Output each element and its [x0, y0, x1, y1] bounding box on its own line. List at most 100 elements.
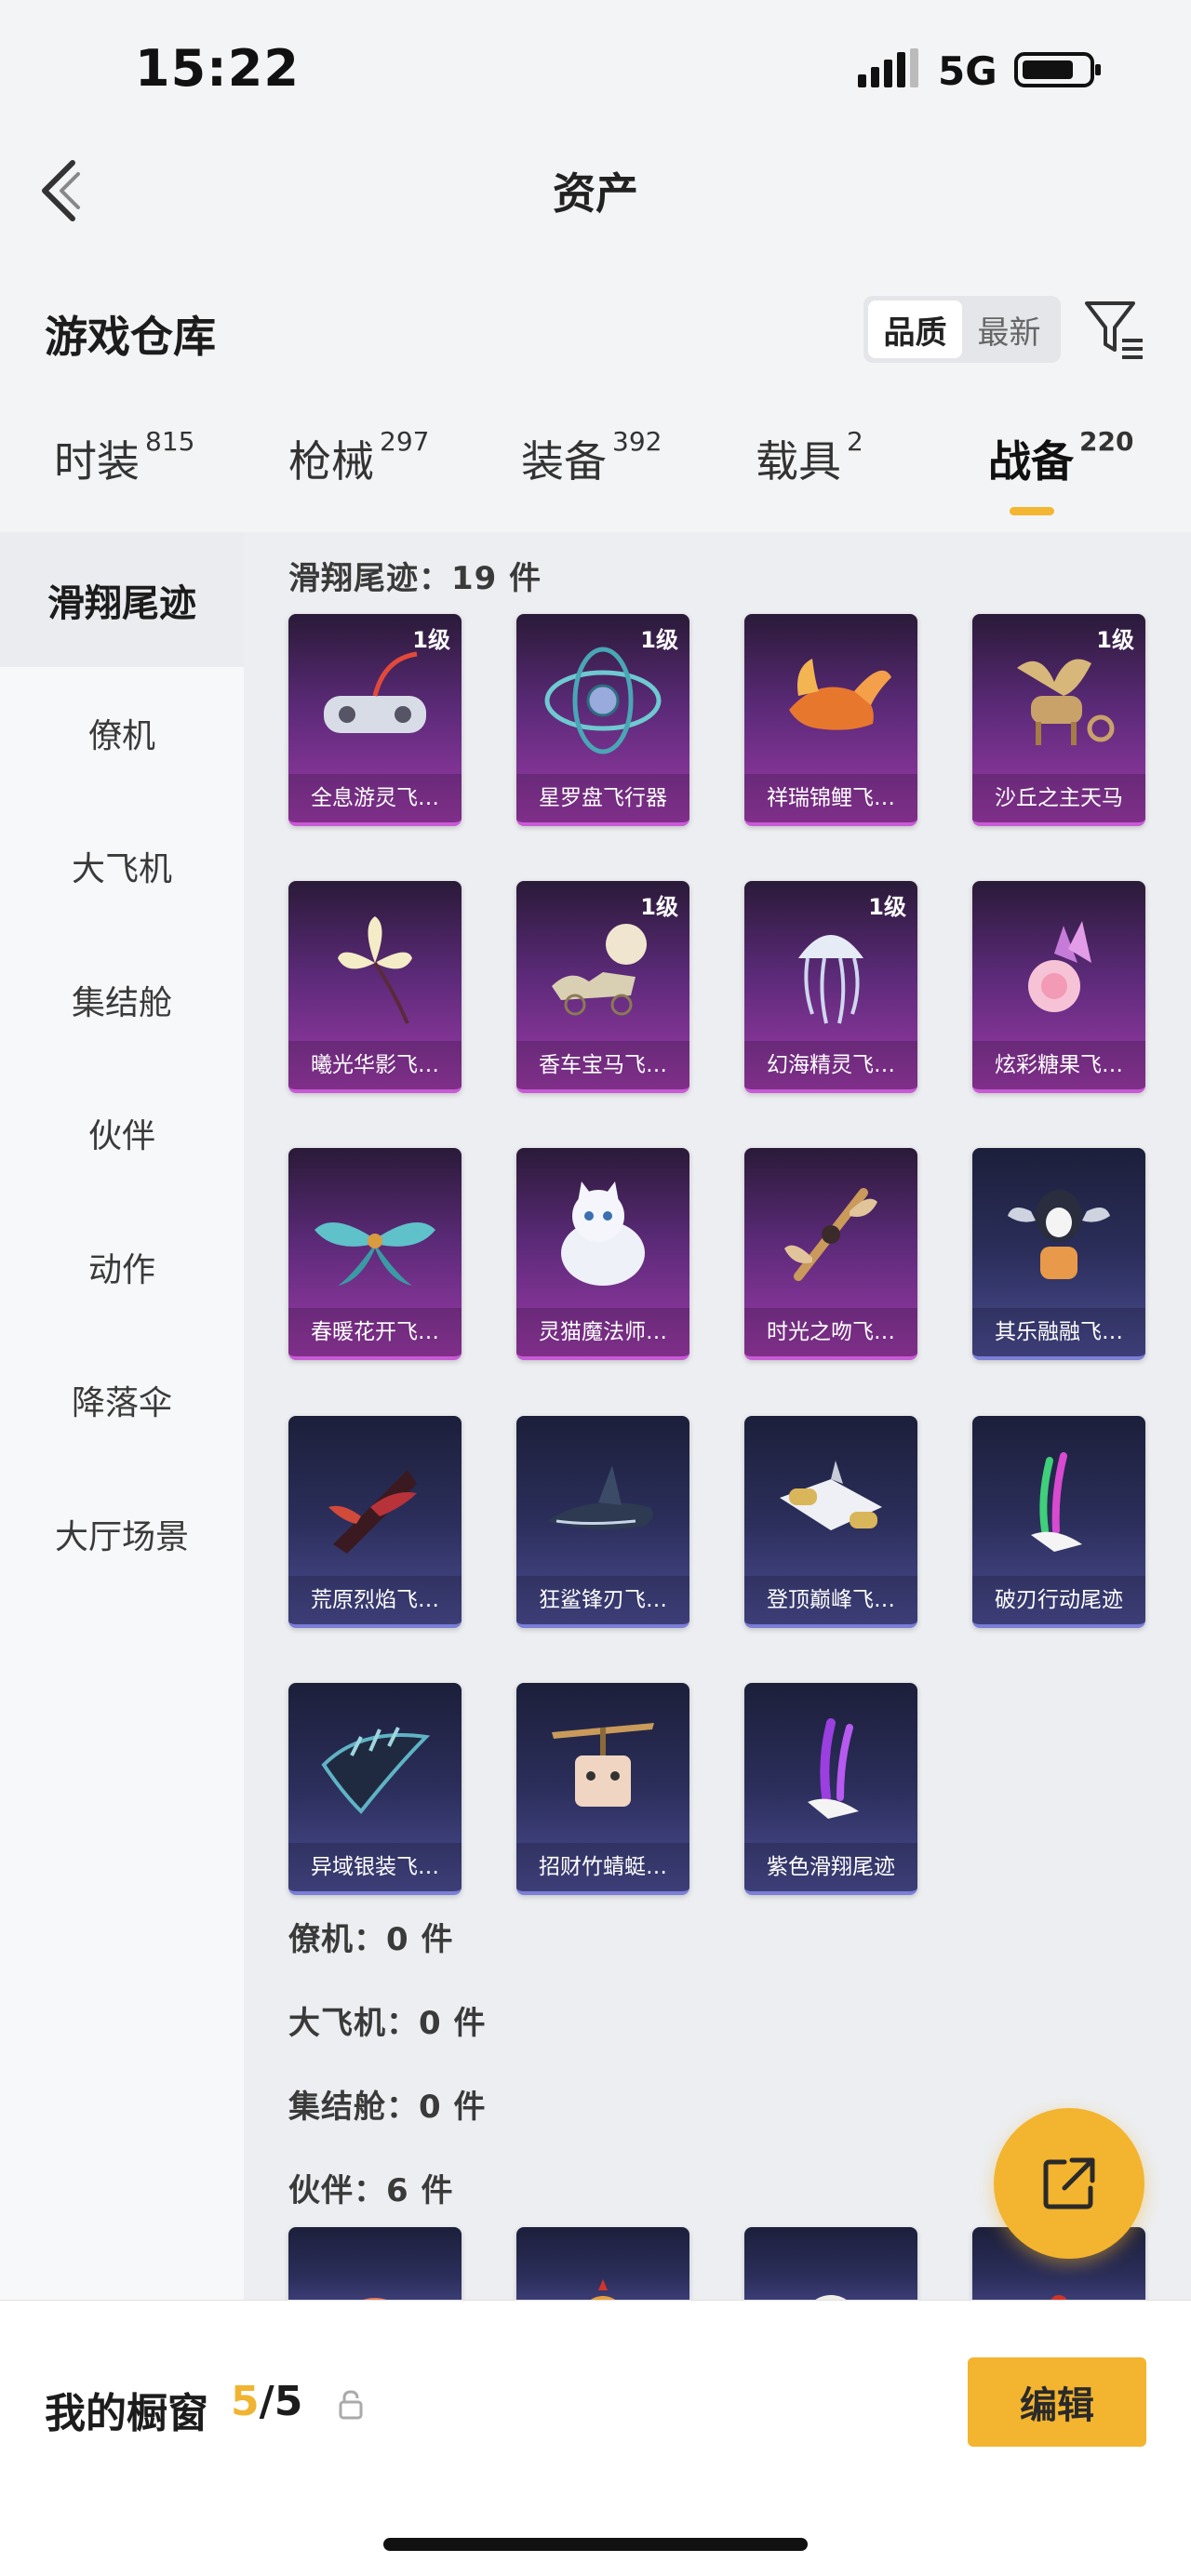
sidebar-item-lobby-scene[interactable]: 大厅场景 — [0, 1510, 244, 1558]
partner-bird-icon — [1050, 2295, 1067, 2300]
share-icon — [1043, 2157, 1095, 2209]
item-card[interactable]: 1级 幻海精灵飞… — [744, 881, 917, 1093]
item-card[interactable]: 1级 沙丘之主天马 — [972, 614, 1145, 826]
tab-label: 载具 — [756, 436, 841, 487]
hologram-glider-icon — [324, 651, 426, 733]
item-card[interactable] — [516, 2227, 689, 2300]
share-button[interactable] — [994, 2108, 1144, 2259]
sort-toggle: 品质 最新 — [863, 296, 1061, 363]
item-card[interactable]: 春暖花开飞… — [288, 1148, 462, 1360]
tab-guns[interactable]: 枪械 297 — [288, 426, 430, 489]
bamboo-copter-icon — [552, 1723, 654, 1807]
flower-icon — [338, 916, 412, 1024]
item-name: 沙丘之主天马 — [972, 774, 1145, 822]
filter-icon[interactable] — [1081, 296, 1146, 361]
home-indicator — [383, 2538, 808, 2551]
shark-icon — [547, 1465, 653, 1529]
jet-icon — [780, 1461, 882, 1530]
cat-icon — [561, 1181, 645, 1286]
partner-chick-icon — [590, 2279, 616, 2300]
sidebar-item-wingman[interactable]: 僚机 — [0, 709, 244, 757]
tab-label: 枪械 — [288, 436, 374, 487]
section-title-partner: 伙伴：6 件 — [288, 2172, 454, 2209]
sidebar-item-action[interactable]: 动作 — [0, 1243, 244, 1291]
page-title: 资产 — [553, 168, 638, 219]
sidebar-item-parachute[interactable]: 降落伞 — [0, 1376, 244, 1424]
item-name: 星罗盘飞行器 — [516, 774, 689, 822]
silver-wing-icon — [321, 1727, 431, 1814]
network-label: 5G — [938, 48, 997, 94]
item-card[interactable]: 曦光华影飞… — [288, 881, 462, 1093]
item-card[interactable]: 招财竹蜻蜓… — [516, 1683, 689, 1895]
sidebar-item-partner[interactable]: 伙伴 — [0, 1109, 244, 1157]
item-name: 破刃行动尾迹 — [972, 1576, 1145, 1624]
item-card[interactable]: 1级 香车宝马飞… — [516, 881, 689, 1093]
sidebar-item-assembly-pod[interactable]: 集结舱 — [0, 976, 244, 1024]
sort-newest-button[interactable]: 最新 — [962, 300, 1056, 358]
active-tab-indicator — [1010, 507, 1054, 515]
showcase-count: 5/5 — [231, 2378, 302, 2425]
penguin-icon — [1008, 1190, 1110, 1279]
item-card[interactable]: 1级 星罗盘飞行器 — [516, 614, 689, 826]
item-card[interactable]: 紫色滑翔尾迹 — [744, 1683, 917, 1895]
sidebar-item-glide-trail[interactable]: 滑翔尾迹 — [0, 532, 244, 667]
showcase-label: 我的橱窗 — [45, 2390, 208, 2437]
section-title-glide-trail: 滑翔尾迹：19 件 — [288, 560, 542, 597]
tab-fashion[interactable]: 时装 815 — [54, 426, 195, 489]
item-name: 荒原烈焰飞… — [288, 1576, 462, 1624]
tab-count: 815 — [145, 426, 195, 457]
item-card[interactable]: 炫彩糖果飞… — [972, 881, 1145, 1093]
sort-quality-button[interactable]: 品质 — [868, 300, 962, 358]
item-name: 全息游灵飞… — [288, 774, 462, 822]
tab-equipment[interactable]: 装备 392 — [521, 426, 662, 489]
item-name: 紫色滑翔尾迹 — [744, 1843, 917, 1891]
item-card[interactable]: 灵猫魔法师… — [516, 1148, 689, 1360]
item-card[interactable]: 1级 全息游灵飞… — [288, 614, 462, 826]
partner-pet-icon — [363, 2298, 387, 2300]
item-card[interactable]: 异域银装飞… — [288, 1683, 462, 1895]
item-card[interactable]: 狂鲨锋刃飞… — [516, 1416, 689, 1628]
battery-icon — [1014, 52, 1101, 87]
sidebar-item-big-plane[interactable]: 大飞机 — [0, 842, 244, 890]
item-name: 灵猫魔法师… — [516, 1308, 689, 1356]
item-card[interactable]: 时光之吻飞… — [744, 1148, 917, 1360]
item-card[interactable]: 荒原烈焰飞… — [288, 1416, 462, 1628]
tab-vehicles[interactable]: 载具 2 — [756, 426, 863, 489]
item-name: 异域银装飞… — [288, 1843, 462, 1891]
time-kiss-icon — [784, 1188, 877, 1281]
koi-fish-icon — [789, 659, 891, 730]
trail-icon — [1031, 1452, 1082, 1552]
item-card[interactable] — [288, 2227, 462, 2300]
tab-count: 392 — [612, 426, 662, 457]
item-name: 香车宝马飞… — [516, 1041, 689, 1089]
item-name: 登顶巅峰飞… — [744, 1576, 917, 1624]
pegasus-icon — [1017, 659, 1115, 745]
carriage-icon — [552, 924, 647, 1016]
star-compass-icon — [544, 647, 662, 754]
item-name: 其乐融融飞… — [972, 1308, 1145, 1356]
partner-sheep-icon — [815, 2295, 847, 2300]
signal-icon — [858, 48, 918, 87]
tab-count: 220 — [1079, 426, 1134, 457]
warehouse-title: 游戏仓库 — [45, 312, 216, 362]
status-time: 15:22 — [135, 39, 300, 98]
purple-trail-icon — [808, 1718, 859, 1819]
item-card[interactable] — [744, 2227, 917, 2300]
tab-count: 2 — [847, 426, 863, 457]
item-name: 春暖花开飞… — [288, 1308, 462, 1356]
item-card[interactable]: 祥瑞锦鲤飞… — [744, 614, 917, 826]
tab-combat-prep[interactable]: 战备 220 — [988, 426, 1134, 489]
section-title-wingman: 僚机：0 件 — [288, 1921, 454, 1958]
item-name: 曦光华影飞… — [288, 1041, 462, 1089]
item-name: 炫彩糖果飞… — [972, 1041, 1145, 1089]
item-card[interactable]: 破刃行动尾迹 — [972, 1416, 1145, 1628]
item-card[interactable]: 其乐融融飞… — [972, 1148, 1145, 1360]
tab-label: 战备 — [988, 436, 1074, 487]
item-name: 狂鲨锋刃飞… — [516, 1576, 689, 1624]
item-card[interactable]: 登顶巅峰飞… — [744, 1416, 917, 1628]
tab-count: 297 — [380, 426, 430, 457]
showcase-current: 5 — [231, 2378, 260, 2425]
flame-glider-icon — [328, 1470, 417, 1554]
section-title-assembly-pod: 集结舱：0 件 — [288, 2089, 487, 2126]
edit-button[interactable]: 编辑 — [968, 2357, 1146, 2447]
